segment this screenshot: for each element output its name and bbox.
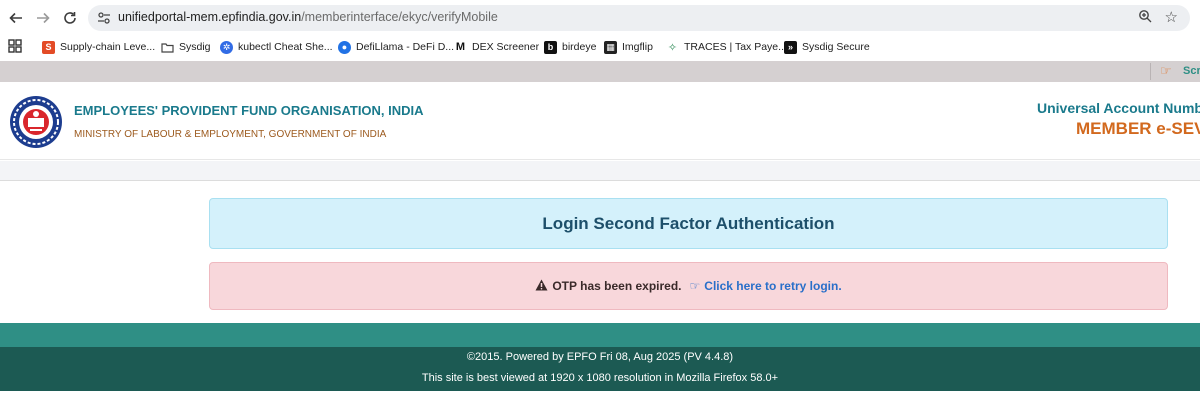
zoom-icon[interactable] (1138, 9, 1152, 26)
otp-expired-alert: OTP has been expired. ☞ Click here to re… (209, 262, 1168, 310)
supply-chain-icon: S (42, 40, 55, 54)
browser-toolbar: unifiedportal-mem.epfindia.gov.in/member… (0, 0, 1200, 36)
org-name: EMPLOYEES' PROVIDENT FUND ORGANISATION, … (74, 103, 424, 118)
url-host: unifiedportal-mem.epfindia.gov.in (118, 10, 302, 24)
bookmark-star-icon[interactable]: ☆ (1165, 8, 1178, 26)
alert-message: OTP has been expired. (552, 279, 682, 293)
bookmark-kubectl[interactable]: ✲ kubectl Cheat She... (220, 38, 333, 56)
forward-arrow-icon[interactable] (29, 4, 57, 32)
bookmark-label: kubectl Cheat She... (238, 41, 333, 53)
bookmark-sysdig-secure[interactable]: » Sysdig Secure (784, 38, 870, 56)
kubernetes-icon: ✲ (220, 40, 233, 54)
address-bar[interactable]: unifiedportal-mem.epfindia.gov.in/member… (88, 5, 1190, 31)
bookmark-imgflip[interactable]: ▦ Imgflip (604, 38, 653, 56)
url-path: /memberinterface/ekyc/verifyMobile (301, 10, 498, 24)
sysdig-icon: » (784, 40, 797, 54)
footer-browser-note: This site is best viewed at 1920 x 1080 … (421, 372, 779, 384)
auth-panel-header: Login Second Factor Authentication (209, 198, 1168, 249)
pointing-hand-icon: ☞ (689, 279, 701, 293)
divider (1150, 63, 1151, 80)
member-eseva-title: MEMBER e-SEV (1076, 119, 1200, 138)
bookmarks-bar: S Supply-chain Leve... Sysdig ✲ kubectl … (0, 36, 1200, 58)
epfo-logo-icon (10, 96, 62, 148)
page-bottom (0, 391, 1200, 401)
bookmark-label: DEX Screener (472, 41, 540, 53)
bookmark-label: Imgflip (622, 41, 653, 53)
dexscreener-icon: M (454, 40, 467, 54)
bookmark-sysdig[interactable]: Sysdig (161, 38, 211, 56)
imgflip-icon: ▦ (604, 40, 617, 54)
bookmark-label: Sysdig (179, 41, 211, 53)
footer-band (0, 323, 1200, 347)
bookmark-label: DefiLlama - DeFi D... (356, 41, 455, 53)
nav-band (0, 161, 1200, 181)
reload-icon[interactable] (56, 4, 84, 32)
defillama-icon: ● (338, 40, 351, 54)
bookmark-label: Sysdig Secure (802, 41, 870, 53)
retry-link-label: Click here to retry login. (704, 279, 842, 293)
traces-icon: ✧ (666, 40, 679, 54)
url-text[interactable]: unifiedportal-mem.epfindia.gov.in/member… (118, 10, 498, 24)
uan-title: Universal Account Numb (1037, 100, 1200, 116)
bookmark-label: birdeye (562, 41, 597, 53)
org-ministry: MINISTRY OF LABOUR & EMPLOYMENT, GOVERNM… (74, 129, 387, 140)
site-footer: ©2015. Powered by EPFO Fri 08, Aug 2025 … (0, 347, 1200, 391)
back-arrow-icon[interactable] (2, 4, 30, 32)
site-header: EMPLOYEES' PROVIDENT FUND ORGANISATION, … (0, 82, 1200, 160)
site-settings-icon[interactable] (96, 10, 112, 26)
birdeye-icon: b (544, 40, 557, 54)
bookmark-label: TRACES | Tax Paye... (684, 41, 787, 53)
bookmark-dexscreener[interactable]: M DEX Screener (454, 38, 539, 56)
bookmark-defillama[interactable]: ● DefiLlama - DeFi D... (338, 38, 454, 56)
top-strip: ☞ Scr (0, 61, 1200, 82)
bookmark-traces[interactable]: ✧ TRACES | Tax Paye... (666, 38, 787, 56)
bookmark-supply-chain[interactable]: S Supply-chain Leve... (42, 38, 155, 56)
bookmark-birdeye[interactable]: b birdeye (544, 38, 596, 56)
folder-icon (161, 41, 174, 54)
bookmark-label: Supply-chain Leve... (60, 41, 156, 53)
footer-copyright: ©2015. Powered by EPFO Fri 08, Aug 2025 … (466, 351, 734, 363)
apps-grid-icon[interactable] (8, 39, 22, 53)
page-title: Login Second Factor Authentication (542, 213, 835, 233)
retry-login-link[interactable]: ☞ Click here to retry login. (690, 279, 842, 293)
pointing-hand-icon: ☞ (1160, 63, 1172, 78)
scrolling-notice[interactable]: Scr (1183, 65, 1200, 77)
warning-icon (535, 279, 548, 294)
